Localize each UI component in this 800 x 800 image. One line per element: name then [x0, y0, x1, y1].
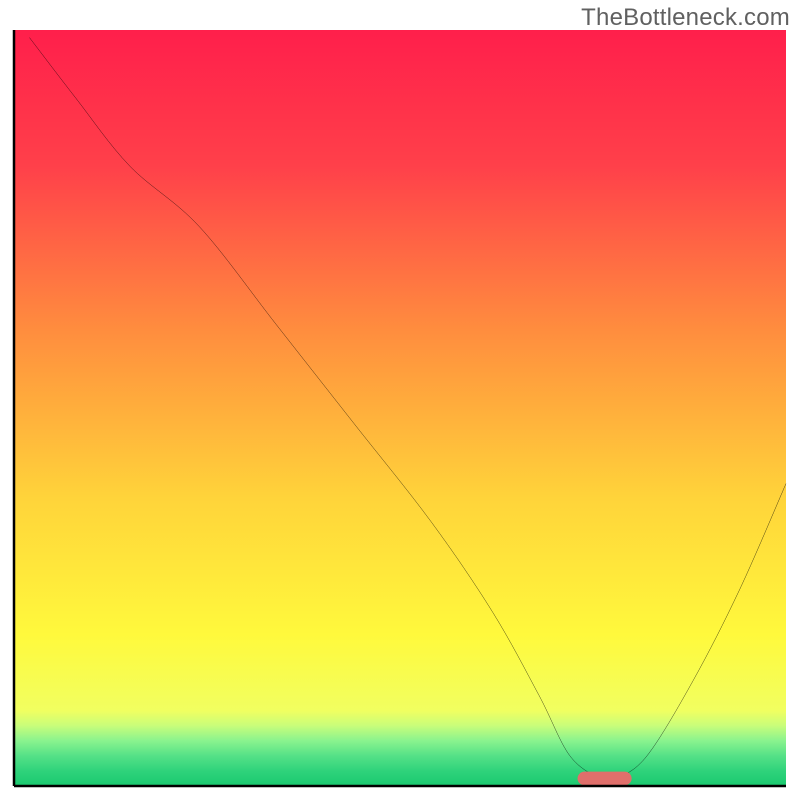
axes [14, 30, 786, 786]
plot-area [14, 30, 786, 786]
watermark-text: TheBottleneck.com [581, 4, 790, 32]
chart-container: TheBottleneck.com [0, 0, 800, 800]
